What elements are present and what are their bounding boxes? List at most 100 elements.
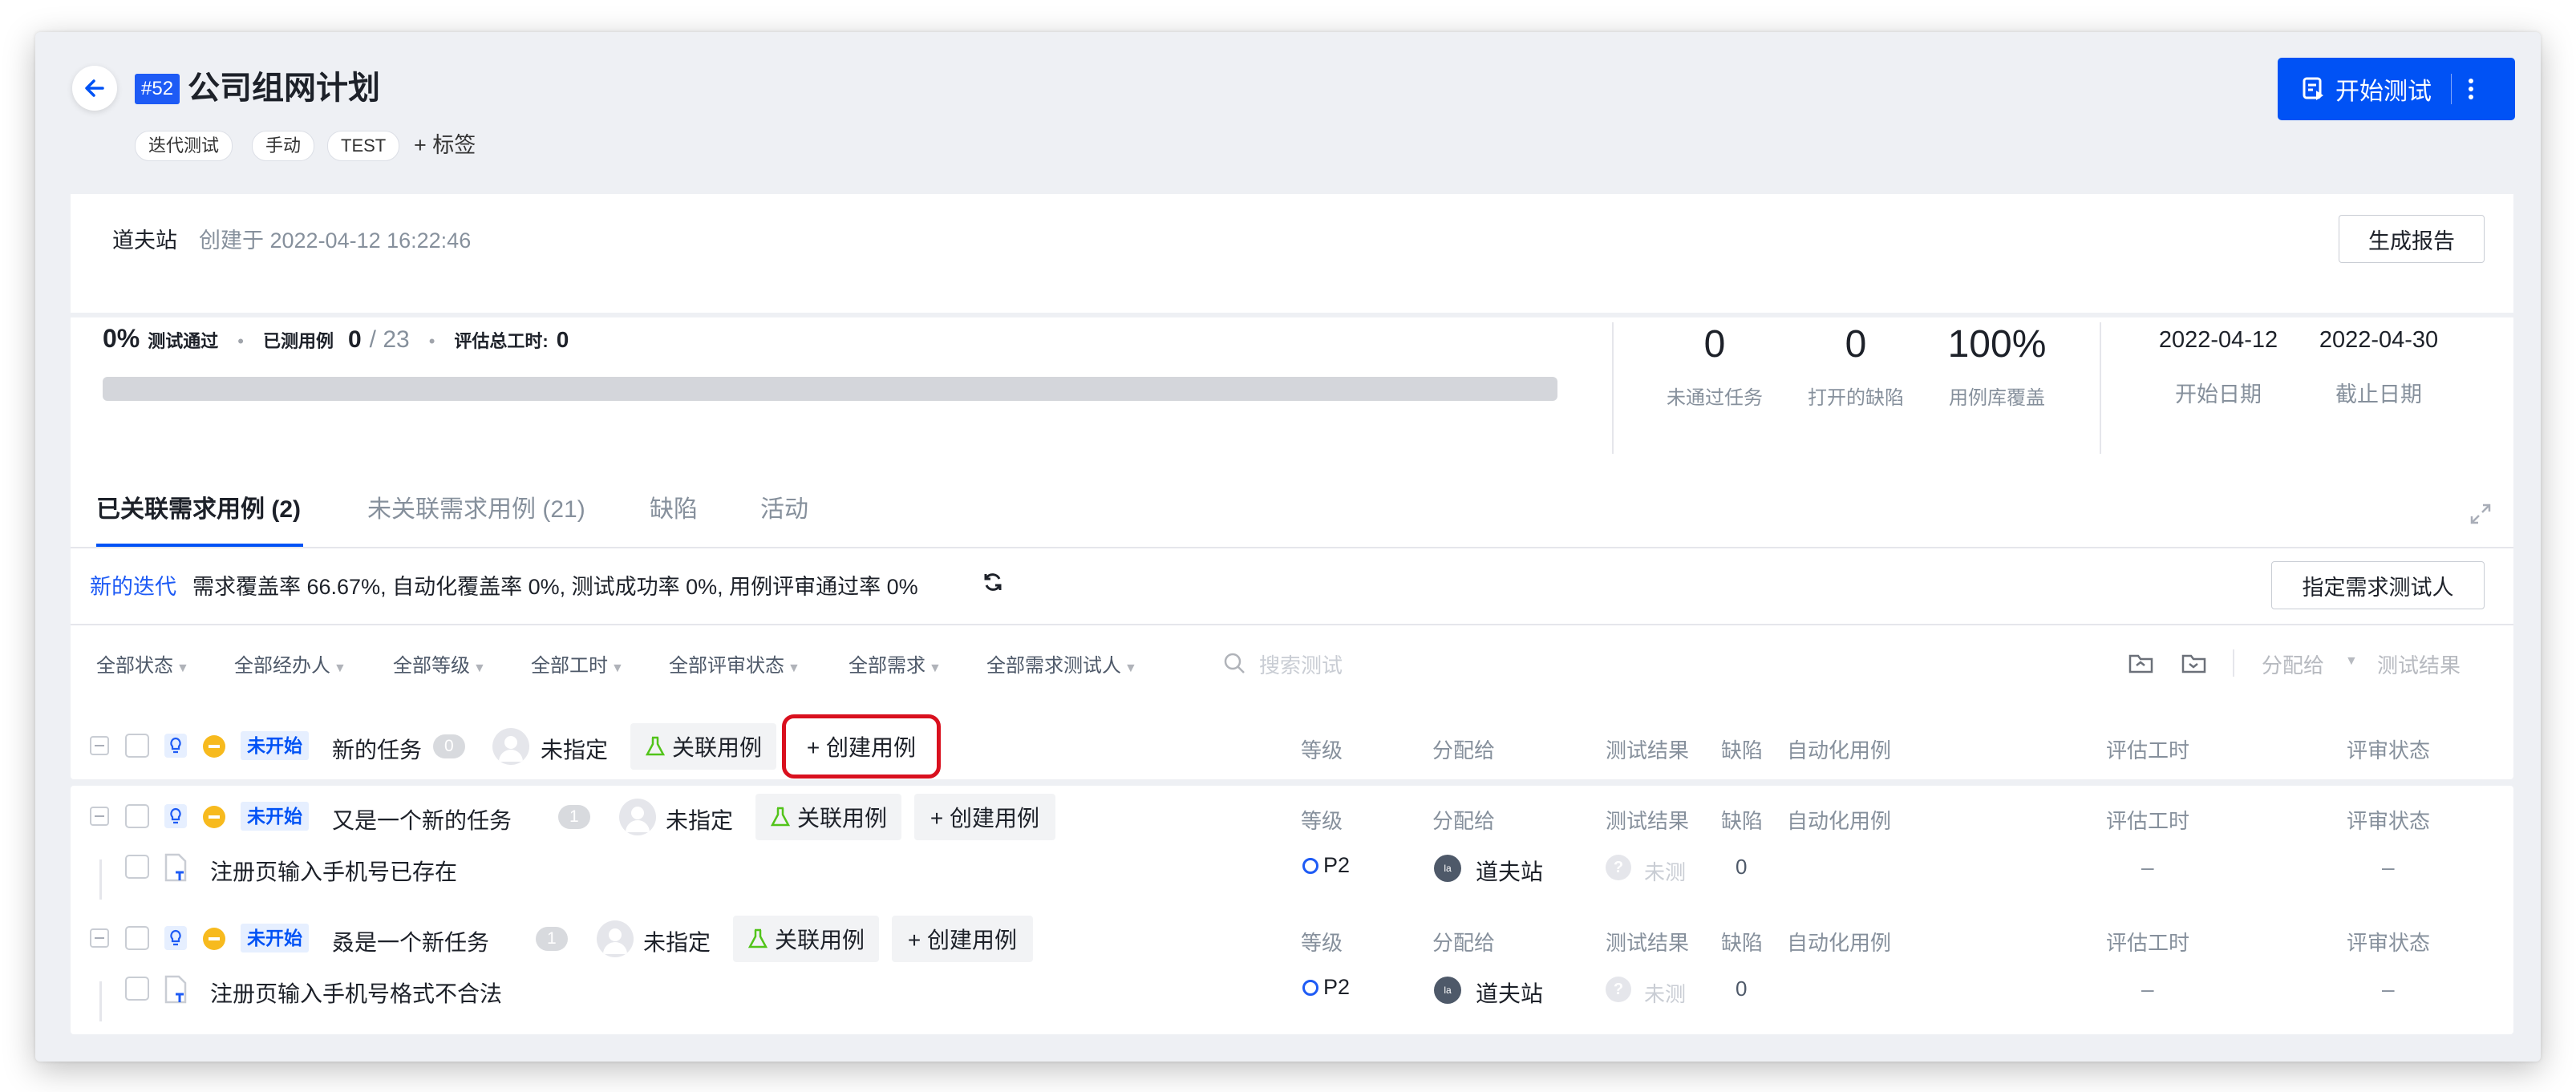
pass-percent: 0% xyxy=(103,324,140,353)
filter-req-tester[interactable]: 全部需求测试人 ▼ xyxy=(986,649,1137,677)
col-automation: 自动化用例 xyxy=(1787,931,1892,955)
filter-review[interactable]: 全部评审状态 ▼ xyxy=(669,649,800,677)
case-count-badge: 1 xyxy=(558,805,590,829)
tab-defects[interactable]: 缺陷 xyxy=(650,489,698,524)
priority-ring-icon xyxy=(1302,980,1318,996)
iteration-link[interactable]: 新的迭代 xyxy=(90,569,176,601)
tab-unlinked-cases[interactable]: 未关联需求用例 (21) xyxy=(367,489,585,524)
link-case-button[interactable]: 关联用例 xyxy=(630,723,776,770)
case-assignee[interactable]: 道夫站 xyxy=(1476,977,1543,1009)
caret-down-icon: ▼ xyxy=(929,661,942,675)
tag-chip[interactable]: 手动 xyxy=(252,131,315,161)
link-case-label: 关联用例 xyxy=(671,735,762,760)
col-level: 等级 xyxy=(1301,738,1343,762)
assign-tester-button[interactable]: 指定需求测试人 xyxy=(2271,561,2485,609)
collapse-toggle[interactable] xyxy=(90,928,109,948)
row-checkbox[interactable] xyxy=(125,926,149,950)
tab-linked-cases[interactable]: 已关联需求用例 (2) xyxy=(96,489,301,524)
row-checkbox[interactable] xyxy=(125,804,149,828)
case-review: – xyxy=(2382,855,2395,880)
more-vertical-icon xyxy=(2469,79,2473,99)
task-name[interactable]: 又是一个新的任务 xyxy=(332,803,512,835)
assignee-name[interactable]: 未指定 xyxy=(541,733,608,765)
case-count-badge: 1 xyxy=(536,927,568,951)
create-case-button[interactable]: + 创建用例 xyxy=(914,794,1055,840)
search-icon xyxy=(1224,653,1245,673)
tree-line xyxy=(99,981,102,1021)
expand-all-icon[interactable] xyxy=(2180,649,2209,675)
row-checkbox[interactable] xyxy=(125,977,149,1001)
coverage-value: 100% xyxy=(1947,323,2047,366)
avatar xyxy=(492,728,529,765)
bulk-result-button[interactable]: 测试结果 xyxy=(2377,649,2461,679)
case-result[interactable]: 未测 xyxy=(1644,978,1686,1008)
divider xyxy=(1612,322,1614,454)
task-name[interactable]: 新的任务 xyxy=(332,733,422,765)
row-checkbox[interactable] xyxy=(125,855,149,879)
create-case-button[interactable]: + 创建用例 xyxy=(892,916,1033,962)
refresh-icon[interactable] xyxy=(982,571,1004,593)
lightbulb-icon xyxy=(164,926,187,950)
col-assignee: 分配给 xyxy=(1432,931,1496,955)
case-review: – xyxy=(2382,977,2395,1001)
filter-level[interactable]: 全部等级 ▼ xyxy=(393,649,486,677)
collapse-toggle[interactable] xyxy=(90,736,109,755)
test-case-icon xyxy=(164,853,187,882)
arrow-left-icon xyxy=(85,79,104,97)
case-assignee[interactable]: 道夫站 xyxy=(1476,855,1543,887)
col-defect: 缺陷 xyxy=(1721,738,1764,762)
filter-owner[interactable]: 全部经办人 ▼ xyxy=(234,649,346,677)
search-input[interactable]: 搜索测试 xyxy=(1259,649,1343,679)
task-name[interactable]: 叒是一个新任务 xyxy=(332,925,489,957)
filter-label: 全部需求 xyxy=(849,655,925,677)
generate-report-button[interactable]: 生成报告 xyxy=(2339,215,2485,263)
bulk-assign-button[interactable]: 分配给 xyxy=(2262,649,2324,679)
col-hours: 评估工时 xyxy=(2106,738,2190,762)
row-checkbox[interactable] xyxy=(125,734,149,758)
link-case-button[interactable]: 关联用例 xyxy=(733,916,879,962)
case-defects: 0 xyxy=(1736,855,1748,879)
link-case-label: 关联用例 xyxy=(796,806,887,831)
tested-total: / 23 xyxy=(369,326,410,353)
add-tag-button[interactable]: + 标签 xyxy=(414,128,476,162)
separator-dot: • xyxy=(237,331,244,351)
assignee-name[interactable]: 未指定 xyxy=(643,925,711,957)
case-title[interactable]: 注册页输入手机号已存在 xyxy=(210,855,457,887)
filter-hours[interactable]: 全部工时 ▼ xyxy=(531,649,624,677)
tab-activity[interactable]: 活动 xyxy=(760,489,808,524)
filter-label: 全部评审状态 xyxy=(669,655,784,677)
create-case-button[interactable]: + 创建用例 xyxy=(782,714,941,779)
filter-status[interactable]: 全部状态 ▼ xyxy=(96,649,189,677)
collapse-all-icon[interactable] xyxy=(2127,649,2156,675)
flask-icon xyxy=(747,928,768,948)
tested-done: 0 xyxy=(347,326,362,353)
start-test-button[interactable]: 开始测试 xyxy=(2278,58,2515,120)
separator-dot: • xyxy=(428,331,435,351)
case-result[interactable]: 未测 xyxy=(1644,856,1686,886)
case-title[interactable]: 注册页输入手机号格式不合法 xyxy=(210,977,502,1009)
priority-icon xyxy=(203,928,225,950)
iteration-stats: 需求覆盖率 66.67%, 自动化覆盖率 0%, 测试成功率 0%, 用例评审通… xyxy=(192,575,918,599)
col-assignee: 分配给 xyxy=(1432,738,1496,762)
question-icon: ? xyxy=(1606,855,1631,880)
caret-down-icon: ▼ xyxy=(176,661,189,675)
expand-icon[interactable] xyxy=(2469,502,2493,526)
avatar xyxy=(597,920,634,957)
back-button[interactable] xyxy=(72,66,117,111)
flask-icon xyxy=(770,807,791,827)
tab-divider xyxy=(71,547,2513,548)
plan-id-badge: #52 xyxy=(135,74,180,104)
hours-label: 评估总工时: xyxy=(454,331,549,351)
toolbar-divider xyxy=(2233,649,2234,677)
filter-requirement[interactable]: 全部需求 ▼ xyxy=(849,649,942,677)
pass-label: 测试通过 xyxy=(148,331,219,351)
status-badge: 未开始 xyxy=(241,802,309,831)
tag-chip[interactable]: TEST xyxy=(327,131,400,161)
collapse-toggle[interactable] xyxy=(90,807,109,826)
assignee-name[interactable]: 未指定 xyxy=(666,803,733,835)
tag-chip[interactable]: 迭代测试 xyxy=(135,131,233,161)
link-case-button[interactable]: 关联用例 xyxy=(755,794,901,840)
page-title: 公司组网计划 xyxy=(188,71,380,106)
divider xyxy=(2100,322,2101,454)
failed-tasks-value: 0 xyxy=(1703,323,1726,366)
